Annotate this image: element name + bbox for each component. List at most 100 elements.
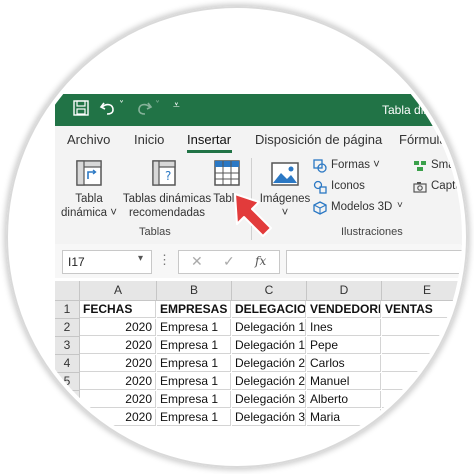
tab-inicio[interactable]: Inicio [134,132,164,147]
table-cell[interactable]: Empresa 1 [157,355,231,372]
smartart-label: Smart [431,159,462,171]
tab-insertar[interactable]: Insertar [187,132,231,147]
table-cell[interactable]: Empresa 1 [157,319,231,336]
table-cell[interactable]: Empresa 1 [157,373,231,390]
row-header[interactable]: 1 [55,301,80,319]
table-cell[interactable] [382,337,462,354]
table-cell[interactable]: 2020 [80,337,156,354]
recommended-pivot-icon: ? [151,159,179,192]
row-header[interactable]: 2 [55,319,80,337]
redo-icon [135,99,153,121]
table-cell[interactable]: Delegación 1 [232,337,306,354]
column-header-d[interactable]: D [307,281,382,301]
icons-button[interactable]: Iconos [313,179,393,195]
group-label-ilustraciones: Ilustraciones [341,226,403,238]
table-cell[interactable]: Manuel [307,373,381,390]
shapes-label: Formas ˅ [331,159,380,171]
table-cell[interactable]: Maria [307,409,381,426]
table-cell[interactable]: Delegación 3 [232,391,306,408]
table-cell[interactable]: Empresa 1 [157,337,231,354]
svg-text:?: ? [165,169,171,183]
column-title-cell[interactable]: FECHAS [80,301,156,318]
name-box-value: I17 [68,255,85,269]
title-bar: ˅ ˅ ⩡ Tabla diná [55,94,462,126]
table-cell[interactable] [382,409,462,426]
3d-models-button[interactable]: Modelos 3D ˅ [313,200,413,216]
active-tab-indicator [187,150,232,153]
chevron-down-icon[interactable]: ▾ [138,253,143,264]
row-header[interactable]: 4 [55,355,80,373]
pivot-table-button[interactable]: Tabla dinámica ˅ [61,156,117,220]
tab-formulas[interactable]: Fórmulas [399,132,453,147]
column-header-e[interactable]: E [382,281,462,301]
table-cell[interactable]: Carlos [307,355,381,372]
redo-dropdown-icon: ˅ [155,100,160,111]
smartart-icon [413,159,427,171]
recommended-pivot-label-1: Tablas dinámicas [122,193,212,205]
column-title-cell[interactable]: VENTAS [382,301,462,318]
cube-icon [313,201,327,215]
table-cell[interactable]: Pepe [307,337,381,354]
row-header[interactable]: 5 [55,373,80,391]
table-cell[interactable]: Delegación 2 [232,373,306,390]
pivot-table-label-1: Tabla [75,193,103,205]
save-icon[interactable] [73,100,89,120]
icons-label: Iconos [331,180,365,192]
3d-models-label: Modelos 3D [331,201,393,213]
column-title-cell[interactable]: EMPRESAS [157,301,231,318]
shapes-button[interactable]: Formas ˅ [313,158,393,174]
group-label-tablas: Tablas [139,226,171,238]
chevron-down-icon: ˅ [397,200,403,211]
customize-toolbar-icon[interactable]: ⩡ [173,98,180,113]
table-cell[interactable]: Alberto [307,391,381,408]
recommended-pivot-label-2: recomendadas [128,207,206,219]
row-header[interactable]: 3 [55,337,80,355]
circular-crop: ˅ ˅ ⩡ Tabla diná Archivo Inicio Insertar… [12,12,462,462]
table-cell[interactable]: 2020 [80,409,156,426]
ribbon-tabs: Archivo Inicio Insertar Disposición de p… [55,126,462,154]
confirm-icon[interactable]: ✓ [223,253,235,270]
ribbon-insertar: Tabla dinámica ˅ ? Tablas dinámicas reco… [55,154,462,245]
tab-archivo[interactable]: Archivo [67,132,110,147]
image-icon [271,162,299,191]
table-cell[interactable]: 2020 [80,319,156,336]
select-all-corner[interactable] [55,281,80,301]
column-title-cell[interactable]: VENDEDORES [307,301,381,318]
table-cell[interactable]: 2020 [80,391,156,408]
table-cell[interactable] [382,355,462,372]
table-cell[interactable]: Delegación 3 [232,409,306,426]
shapes-icon [313,159,327,173]
column-header-c[interactable]: C [232,281,307,301]
column-title-cell[interactable]: DELEGACION [232,301,306,318]
table-cell[interactable]: Delegación 1 [232,319,306,336]
undo-icon[interactable] [99,99,117,121]
more-options-icon[interactable]: ⋮ [158,252,171,268]
recommended-pivot-button[interactable]: ? Tablas dinámicas recomendadas [121,156,213,220]
excel-window: ˅ ˅ ⩡ Tabla diná Archivo Inicio Insertar… [12,12,462,462]
formula-input[interactable] [286,250,462,274]
insert-function-icon[interactable]: fx [255,254,266,268]
pointer-arrow-icon [227,188,283,249]
table-cell[interactable]: Delegación 2 [232,355,306,372]
table-cell[interactable] [382,373,462,390]
smartart-button[interactable]: Smart [413,158,462,174]
cancel-icon[interactable]: ✕ [191,253,203,270]
table-cell[interactable]: 2020 [80,373,156,390]
column-header-a[interactable]: A [80,281,157,301]
screenshot-button[interactable]: Captur [413,179,462,195]
table-cell[interactable]: Ines [307,319,381,336]
undo-dropdown-icon[interactable]: ˅ [119,100,124,111]
formula-buttons: ✕ ✓ fx [178,250,280,274]
table-cell[interactable]: Empresa 1 [157,391,231,408]
table-cell[interactable] [382,391,462,408]
tab-disposicion[interactable]: Disposición de página [255,132,382,147]
column-header-b[interactable]: B [157,281,232,301]
screenshot-label: Captur [431,180,462,192]
table-cell[interactable]: 2020 [80,355,156,372]
name-box[interactable]: I17 ▾ [62,250,152,274]
icons-icon [313,180,327,194]
table-cell[interactable]: Empresa 1 [157,409,231,426]
table-cell[interactable] [382,319,462,336]
row-header[interactable]: 6 [55,391,80,409]
row-header[interactable]: 7 [55,409,80,427]
